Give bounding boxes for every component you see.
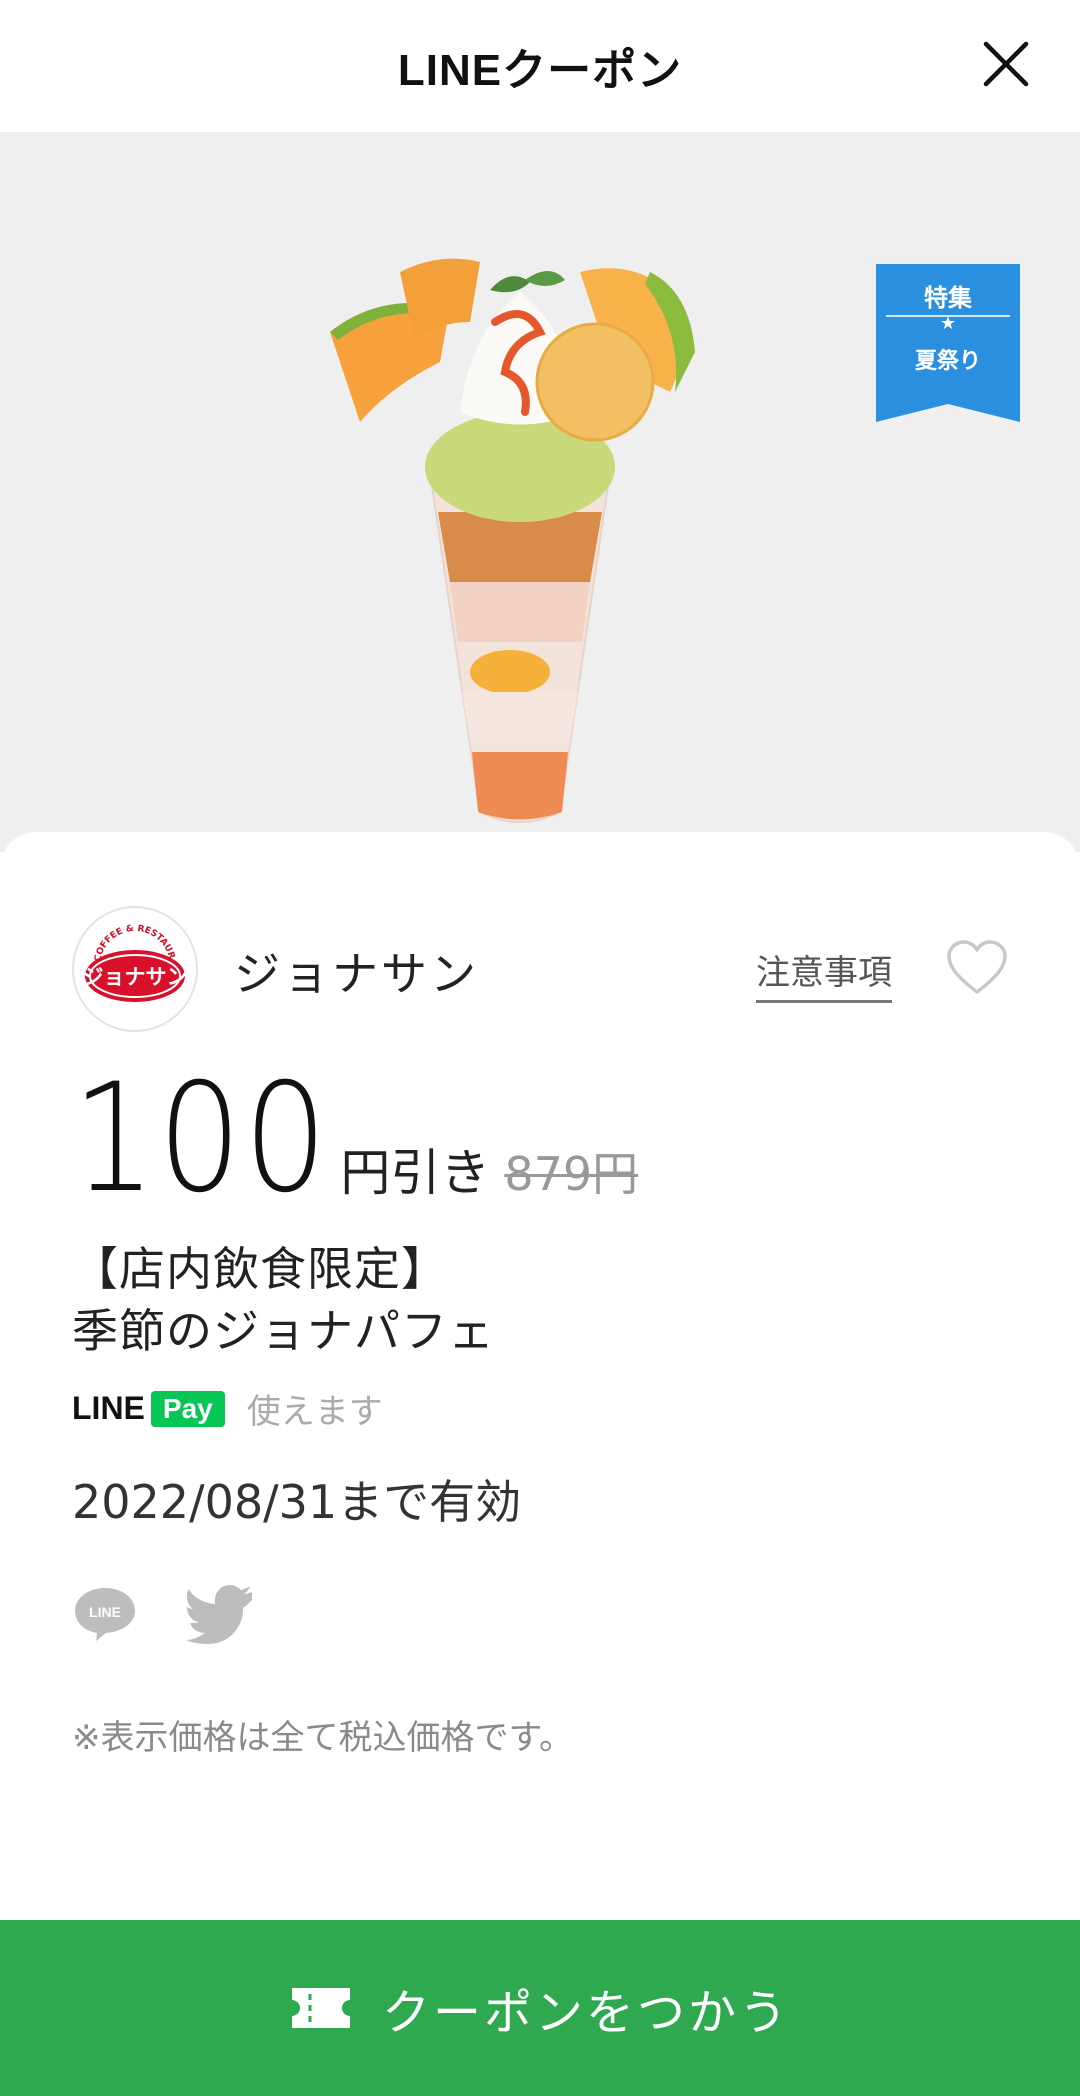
svg-text:LINE: LINE (89, 1604, 121, 1620)
jonathan-logo-icon: COFFEE & RESTAURANT ジョナサン (76, 910, 188, 1002)
store-logo: COFFEE & RESTAURANT ジョナサン (72, 906, 198, 1032)
item-title-line2: 季節のジョナパフェ (72, 1304, 495, 1358)
linepay-logo-line: LINE (72, 1390, 145, 1426)
linepay-logo-pay: Pay (150, 1390, 225, 1427)
parfait-photo (330, 258, 695, 823)
tag-summer-festival-label: 夏祭り (914, 349, 981, 374)
coupon-hero-image-area: 特集 ★ 夏祭り (0, 132, 1080, 852)
feature-tag-badge[interactable]: 特集 ★ 夏祭り (876, 264, 1020, 422)
original-price: 879円 (504, 1147, 639, 1201)
discount-row: 100 円引き 879円 (72, 1064, 638, 1214)
valid-until: 2022/08/31まで有効 (72, 1475, 522, 1529)
item-title: 【店内飲食限定】 季節のジョナパフェ (72, 1238, 495, 1362)
tax-note: ※表示価格は全て税込価格です。 (72, 1718, 574, 1758)
line-share-icon[interactable]: LINE (72, 1584, 138, 1644)
top-header: LINEクーポン (0, 0, 1080, 132)
discount-unit: 円引き (340, 1144, 491, 1202)
header-title: LINEクーポン (397, 46, 683, 95)
use-coupon-button-label: クーポンをつかう (381, 1985, 790, 2041)
discount-amount: 100 (72, 1052, 330, 1226)
item-title-line1: 【店内飲食限定】 (72, 1242, 448, 1296)
notes-link[interactable]: 注意事項 (756, 945, 892, 1003)
twitter-icon[interactable] (186, 1584, 256, 1644)
ticket-icon (291, 1988, 350, 2028)
linepay-usable-text: 使えます (246, 1392, 383, 1432)
linepay-availability: LINE Pay 使えます (72, 1384, 383, 1433)
svg-text:ジョナサン: ジョナサン (83, 965, 188, 989)
close-icon[interactable] (978, 36, 1034, 92)
use-coupon-button[interactable]: クーポンをつかう (0, 1920, 1080, 2096)
star-icon: ★ (939, 313, 957, 334)
tag-feature-label: 特集 (924, 284, 972, 312)
store-name: ジョナサン (234, 947, 479, 1001)
heart-icon[interactable] (946, 940, 1008, 996)
